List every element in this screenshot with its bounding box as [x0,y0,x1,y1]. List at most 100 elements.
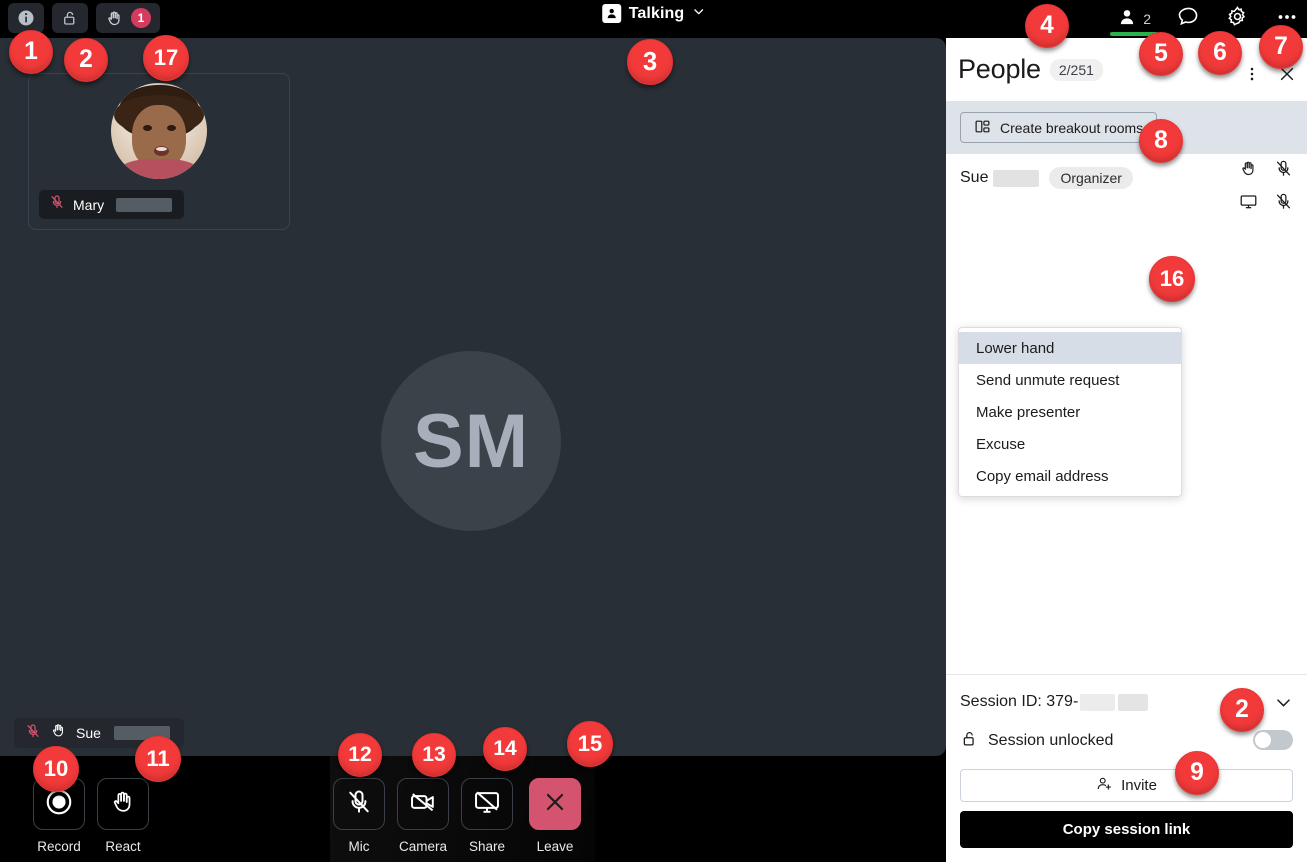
callout-badge-12: 12 [338,733,382,777]
control-label: Record [37,839,81,854]
panel-body: Sue Organizer Lower hand Send unmute req… [946,154,1307,674]
create-breakout-rooms-label: Create breakout rooms [1000,119,1144,136]
control-group-right: Mic Camera Share Leave [333,778,581,854]
menu-item-label: Excuse [976,435,1026,453]
participant-count-badge: 2/251 [1049,58,1103,81]
control-label: Mic [348,839,370,854]
mic-muted-icon [49,194,65,215]
breakout-rooms-icon [974,118,991,138]
mic-muted-icon[interactable] [1274,192,1293,216]
unlock-icon [61,9,79,27]
top-bar-left-group: 1 [8,3,160,33]
raised-hand-count: 1 [131,8,151,28]
people-count: 2 [1143,11,1151,27]
callout-badge-2: 2 [1220,688,1264,732]
participant-status-icons-row1 [1239,159,1293,183]
redacted-name [993,169,1040,187]
callout-badge-2: 2 [64,38,108,82]
leave-button[interactable]: Leave [529,778,581,854]
talking-indicator[interactable]: Talking [601,4,706,23]
mic-muted-icon [25,723,41,744]
tile-nameplate: Mary [39,190,185,219]
people-button[interactable]: 2 [1110,0,1158,38]
menu-item-lower-hand[interactable]: Lower hand [959,332,1181,364]
camera-off-icon [409,788,437,821]
mic-button-surface[interactable] [333,778,385,830]
react-button-surface[interactable] [97,778,149,830]
panel-header: People 2/251 [946,38,1307,101]
menu-item-label: Send unmute request [976,371,1120,389]
menu-item-send-unmute-request[interactable]: Send unmute request [959,364,1181,396]
raised-hand-icon [50,722,67,744]
control-label: React [105,839,141,854]
session-lock-label: Session unlocked [988,732,1114,749]
callout-badge-8: 8 [1139,119,1183,163]
menu-item-label: Lower hand [976,339,1055,357]
control-label: Share [468,839,506,854]
panel-toolbar: Create breakout rooms [946,101,1307,154]
self-name: Sue [76,725,101,741]
close-x-icon [542,789,568,820]
tile-name: Mary [73,196,105,213]
mic-button[interactable]: Mic [333,778,385,854]
menu-item-excuse[interactable]: Excuse [959,428,1181,460]
camera-button-surface[interactable] [397,778,449,830]
control-label: Leave [536,839,574,854]
callout-badge-14: 14 [483,727,527,771]
session-lock-button[interactable] [52,3,88,33]
people-icon [1117,7,1137,32]
callout-badge-7: 7 [1259,25,1303,69]
session-id-label: Session ID: 379- [960,693,1079,710]
panel-more-button[interactable] [1243,65,1261,83]
callout-badge-3: 3 [627,39,673,85]
app-root: 1 Talking 2 Mary SM Sue Record React Mic… [0,0,1307,862]
info-icon [17,9,35,27]
info-button[interactable] [8,3,44,33]
screen-share-icon[interactable] [1239,192,1258,216]
invite-button[interactable]: Invite [960,769,1293,802]
callout-badge-6: 6 [1198,31,1242,75]
callout-badge-9: 9 [1175,751,1219,795]
chevron-down-icon[interactable] [1274,693,1293,717]
chat-button[interactable] [1177,0,1200,38]
video-stage: Mary SM Sue [0,38,946,756]
mic-muted-icon[interactable] [1274,159,1293,183]
raised-hands-button[interactable]: 1 [96,3,160,33]
callout-badge-4: 4 [1025,4,1069,48]
participant-name: Sue [960,169,989,186]
redacted-name [116,197,173,212]
menu-item-label: Copy email address [976,467,1109,485]
camera-button[interactable]: Camera [397,778,449,854]
raised-hand-icon[interactable] [1239,159,1258,183]
callout-badge-16: 16 [1149,256,1195,302]
share-screen-off-icon [473,788,501,821]
menu-item-copy-email-address[interactable]: Copy email address [959,460,1181,492]
mic-muted-icon [345,788,373,821]
page-title: People [958,54,1041,84]
create-breakout-rooms-button[interactable]: Create breakout rooms [960,112,1158,143]
talking-label: Talking [628,4,685,22]
redacted-session-id-part1 [1080,693,1116,711]
add-person-icon [1096,775,1113,796]
main-speaker-avatar: SM [381,351,561,531]
top-bar: 1 Talking 2 [0,0,1307,38]
redacted-session-id-part2 [1118,693,1149,711]
menu-item-label: Make presenter [976,403,1081,421]
react-button[interactable]: React [97,778,149,854]
menu-item-make-presenter[interactable]: Make presenter [959,396,1181,428]
chat-bubble-icon [1177,5,1200,33]
control-label: Camera [398,839,447,854]
raised-hand-icon [105,9,124,28]
callout-badge-5: 5 [1139,32,1183,76]
participant-tile-mary[interactable]: Mary [28,73,290,230]
chevron-down-icon[interactable] [692,5,705,23]
people-panel: People 2/251 Create breakout rooms Sue O… [946,38,1307,862]
avatar-initials: SM [413,398,529,484]
copy-session-link-button[interactable]: Copy session link [960,811,1293,848]
session-lock-toggle[interactable] [1253,730,1293,750]
share-button-surface[interactable] [461,778,513,830]
leave-button-surface[interactable] [529,778,581,830]
callout-badge-10: 10 [33,746,79,792]
callout-badge-15: 15 [567,721,613,767]
share-button[interactable]: Share [461,778,513,854]
